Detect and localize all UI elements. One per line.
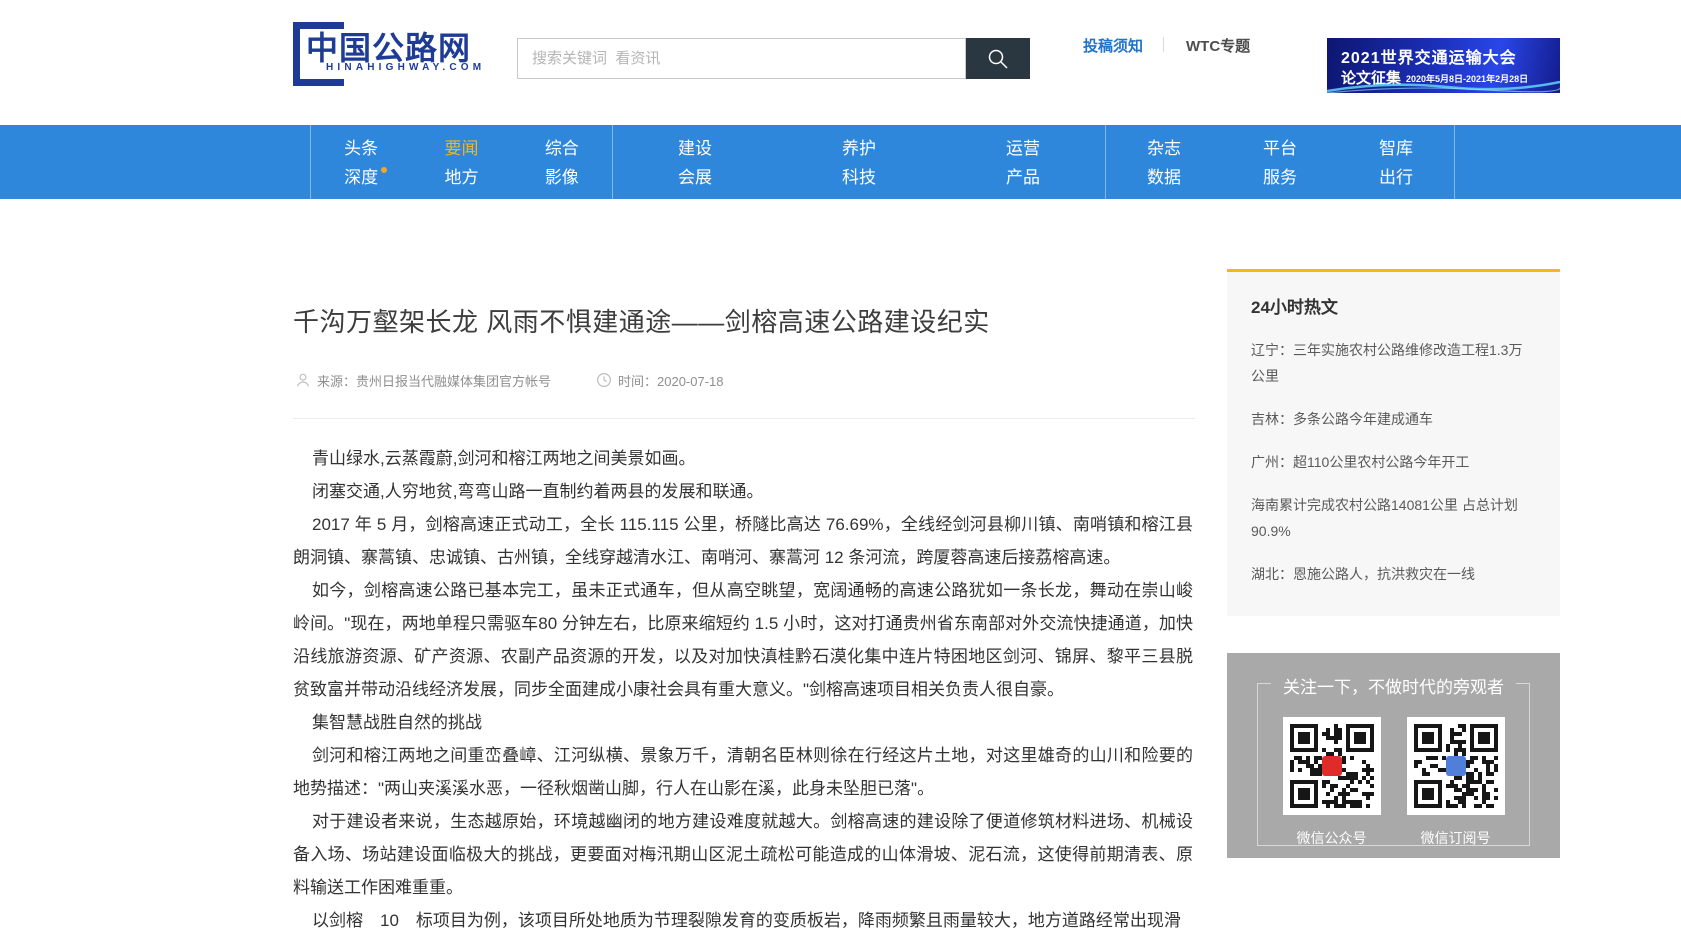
nav-item-jianshe[interactable]: 建设	[678, 134, 712, 163]
nav-col-jianshe-huizhan: 建设 会展	[613, 125, 777, 199]
qr-label: 微信公众号	[1297, 828, 1367, 848]
nav-item-zazhi[interactable]: 杂志	[1147, 134, 1181, 163]
paragraph: 如今，剑榕高速公路已基本完工，虽未正式通车，但从高空眺望，宽阔通畅的高速公路犹如…	[293, 574, 1193, 706]
main-nav: 头条 深度 要闻 地方 综合 影像 建设 会展 养护 科技 运营	[0, 125, 1681, 199]
paragraph: 对于建设者来说，生态越原始，环境越幽闭的地方建设难度就越大。剑榕高速的建设除了便…	[293, 805, 1193, 904]
nav-group-2: 建设 会展 养护 科技 运营 产品	[612, 125, 1105, 199]
banner-title: 2021世界交通运输大会	[1341, 44, 1517, 68]
nav-item-shuju[interactable]: 数据	[1147, 163, 1181, 192]
qr-cell-official-account: 微信公众号	[1283, 717, 1381, 848]
paragraph: 闭塞交通,人穷地贫,弯弯山路一直制约着两县的发展和联通。	[293, 475, 1193, 508]
hot-article-link[interactable]: 吉林：多条公路今年建成通车	[1251, 406, 1536, 432]
search-input[interactable]	[517, 38, 966, 79]
nav-item-yunying[interactable]: 运营	[1006, 134, 1040, 163]
hot-article-link[interactable]: 辽宁：三年实施农村公路维修改造工程1.3万公里	[1251, 337, 1536, 389]
nav-item-huizhan[interactable]: 会展	[678, 163, 712, 192]
hot-article-link[interactable]: 湖北：恩施公路人，抗洪救灾在一线	[1251, 561, 1536, 587]
paragraph: 剑河和榕江两地之间重峦叠嶂、江河纵横、景象万千，清朝名臣林则徐在行经这片土地，对…	[293, 739, 1193, 805]
article-title: 千沟万壑架长龙 风雨不惧建通途——剑榕高速公路建设纪实	[293, 302, 1193, 339]
qr-pattern	[1290, 724, 1374, 808]
wechat-subscription-qr-code	[1407, 717, 1505, 815]
source-text: 来源：贵州日报当代融媒体集团官方帐号	[317, 371, 551, 390]
banner-swoosh-decoration	[1327, 77, 1560, 93]
qr-pattern	[1414, 724, 1498, 808]
new-dot-icon	[381, 167, 387, 173]
nav-item-zonghe[interactable]: 综合	[545, 134, 579, 163]
paragraph-subhead: 集智慧战胜自然的挑战	[293, 706, 1193, 739]
nav-item-yanghu[interactable]: 养护	[842, 134, 876, 163]
author-icon	[295, 372, 311, 388]
search-button[interactable]	[966, 38, 1030, 79]
nav-item-fuwu[interactable]: 服务	[1263, 163, 1297, 192]
nav-group-1: 头条 深度 要闻 地方 综合 影像	[310, 125, 612, 199]
search-icon	[986, 47, 1010, 71]
paragraph: 青山绿水,云蒸霞蔚,剑河和榕江两地之间美景如画。	[293, 442, 1193, 475]
nav-item-toutiao[interactable]: 头条	[344, 134, 378, 163]
article-time: 时间：2020-07-18	[596, 371, 724, 389]
submission-guide-link[interactable]: 投稿须知	[1083, 35, 1143, 56]
nav-item-yingxiang[interactable]: 影像	[545, 163, 579, 192]
nav-item-yaowen-active[interactable]: 要闻	[444, 134, 478, 163]
nav-col-toutiao-shendu: 头条 深度	[311, 125, 411, 199]
nav-col-zazhi-shuju: 杂志 数据	[1106, 125, 1222, 199]
hot-article-link[interactable]: 广州：超110公里农村公路今年开工	[1251, 449, 1536, 475]
nav-col-yanghu-keji: 养护 科技	[777, 125, 941, 199]
nav-col-yunying-chanpin: 运营 产品	[941, 125, 1105, 199]
nav-col-pingtai-fuwu: 平台 服务	[1222, 125, 1338, 199]
nav-item-chanpin[interactable]: 产品	[1006, 163, 1040, 192]
follow-panel-title: 关注一下，不做时代的旁观者	[1271, 673, 1516, 698]
meta-divider	[293, 418, 1195, 419]
nav-col-yaowen-difang: 要闻 地方	[411, 125, 511, 199]
header-links-divider	[1163, 37, 1164, 52]
article-source: 来源：贵州日报当代融媒体集团官方帐号	[295, 371, 551, 389]
nav-item-chuxing[interactable]: 出行	[1379, 163, 1413, 192]
wechat-official-qr-code	[1283, 717, 1381, 815]
hot-articles-panel: 24小时热文 辽宁：三年实施农村公路维修改造工程1.3万公里 吉林：多条公路今年…	[1227, 269, 1560, 616]
page: 中国公路网 HINAHIGHWAY.COM 投稿须知 WTC专题 2021世界交…	[0, 0, 1681, 944]
nav-item-shendu[interactable]: 深度	[344, 163, 378, 192]
time-text: 时间：2020-07-18	[618, 371, 724, 390]
clock-icon	[596, 372, 612, 388]
nav-col-zhiku-chuxing: 智库 出行	[1338, 125, 1454, 199]
wtc-topic-link[interactable]: WTC专题	[1186, 35, 1250, 56]
nav-item-pingtai[interactable]: 平台	[1263, 134, 1297, 163]
nav-col-zonghe-yingxiang: 综合 影像	[512, 125, 612, 199]
nav-item-difang[interactable]: 地方	[444, 163, 478, 192]
wechat-follow-panel: 关注一下，不做时代的旁观者 微信公众号 微信订阅号	[1227, 653, 1560, 858]
qr-cell-subscription-account: 微信订阅号	[1407, 717, 1505, 848]
paragraph: 2017 年 5 月，剑榕高速正式动工，全长 115.115 公里，桥隧比高达 …	[293, 508, 1193, 574]
nav-item-zhiku[interactable]: 智库	[1379, 134, 1413, 163]
nav-group-3: 杂志 数据 平台 服务 智库 出行	[1105, 125, 1455, 199]
qr-row: 微信公众号 微信订阅号	[1227, 717, 1560, 848]
article-body: 青山绿水,云蒸霞蔚,剑河和榕江两地之间美景如画。 闭塞交通,人穷地贫,弯弯山路一…	[293, 442, 1193, 937]
wtc-conference-banner[interactable]: 2021世界交通运输大会 论文征集2020年5月8日-2021年2月28日	[1327, 38, 1560, 93]
follow-title-wrap: 关注一下，不做时代的旁观者	[1227, 673, 1560, 698]
paragraph: 以剑榕 10 标项目为例，该项目所处地质为节理裂隙发育的变质板岩，降雨频繁且雨量…	[293, 904, 1193, 937]
qr-label: 微信订阅号	[1421, 828, 1491, 848]
site-domain: HINAHIGHWAY.COM	[326, 62, 485, 73]
hot-panel-title: 24小时热文	[1251, 293, 1536, 318]
nav-item-keji[interactable]: 科技	[842, 163, 876, 192]
hot-article-link[interactable]: 海南累计完成农村公路14081公里 占总计划90.9%	[1251, 492, 1536, 544]
